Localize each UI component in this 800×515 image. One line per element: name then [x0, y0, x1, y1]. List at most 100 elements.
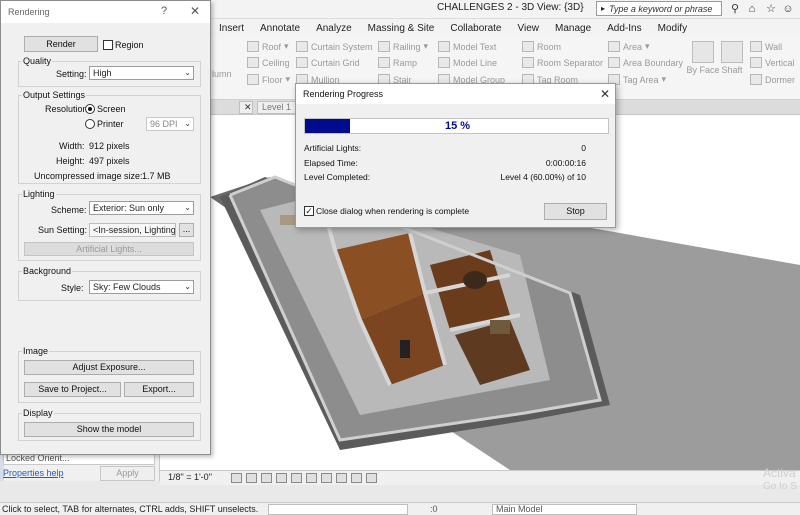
wall-opening-icon	[750, 41, 762, 52]
image-group-label: Image	[22, 346, 50, 356]
dpi-select[interactable]: 96 DPI ⌄	[146, 117, 194, 131]
ribbon-floor[interactable]: Floor ▾	[247, 74, 290, 85]
render-button[interactable]: Render	[24, 36, 98, 52]
image-size-label: Uncompressed image size:	[34, 171, 143, 181]
quality-group-label: Quality	[22, 56, 53, 66]
star-icon[interactable]: ☆	[764, 2, 778, 16]
ribbon-curtain-system[interactable]: Curtain System	[296, 41, 373, 52]
width-label: Width:	[59, 141, 85, 151]
ribbon-area[interactable]: Area ▾	[608, 41, 650, 52]
search-input[interactable]: ▸ Type a keyword or phrase	[596, 1, 722, 16]
ribbon-roof-label: Roof	[262, 41, 282, 52]
temp-hide-icon[interactable]	[351, 473, 362, 483]
tab-massing-site[interactable]: Massing & Site	[360, 23, 443, 34]
room-separator-icon	[522, 57, 534, 68]
help-icon[interactable]: ?	[161, 5, 167, 17]
tab-insert[interactable]: Insert	[211, 23, 252, 34]
view-scale[interactable]: 1/8" = 1'-0"	[168, 472, 212, 482]
ribbon-tag-area[interactable]: Tag Area ▾	[608, 74, 666, 85]
save-to-project-button[interactable]: Save to Project...	[24, 382, 121, 397]
binoculars-icon[interactable]: ⚲	[728, 2, 742, 16]
stop-button[interactable]: Stop	[544, 203, 607, 220]
scheme-label: Scheme:	[51, 205, 87, 215]
ribbon-ceiling[interactable]: Ceiling	[247, 57, 290, 68]
ribbon-vertical[interactable]: Vertical	[750, 57, 795, 68]
close-view-icon[interactable]: ✕	[239, 101, 253, 114]
background-style-select[interactable]: Sky: Few Clouds ⌄	[89, 280, 194, 294]
level-completed-label: Level Completed:	[304, 172, 371, 182]
apply-button[interactable]: Apply	[100, 466, 155, 481]
status-bar: Click to select, TAB for alternates, CTR…	[0, 502, 800, 515]
ribbon-model-text[interactable]: Model Text	[438, 41, 496, 52]
progress-dialog-title: Rendering Progress	[303, 89, 384, 99]
tab-collaborate[interactable]: Collaborate	[442, 23, 509, 34]
view-tab-level-1[interactable]: Level 1	[257, 101, 299, 114]
scheme-select[interactable]: Exterior: Sun only ⌄	[89, 201, 194, 215]
ribbon-room-separator[interactable]: Room Separator	[522, 57, 603, 68]
close-icon[interactable]: ✕	[600, 87, 610, 101]
quality-setting-select[interactable]: High ⌄	[89, 66, 194, 80]
detail-level-icon[interactable]	[231, 473, 242, 483]
ribbon-curtain-grid[interactable]: Curtain Grid	[296, 57, 360, 68]
reveal-hidden-icon[interactable]	[366, 473, 377, 483]
watermark-line-1: Activa	[763, 466, 796, 480]
image-size-value: 1.7 MB	[142, 171, 171, 181]
display-group-label: Display	[22, 408, 54, 418]
close-icon[interactable]: ✕	[190, 4, 200, 18]
area-boundary-icon	[608, 57, 620, 68]
tab-annotate[interactable]: Annotate	[252, 23, 308, 34]
region-checkbox[interactable]	[103, 40, 113, 50]
export-button[interactable]: Export...	[124, 382, 194, 397]
appliance	[400, 340, 410, 358]
progress-dialog-titlebar: Rendering Progress ✕	[296, 84, 615, 104]
dpi-value: 96 DPI	[150, 119, 178, 129]
sun-setting-more-button[interactable]: ...	[179, 223, 194, 237]
bed	[490, 320, 510, 334]
render-dialog-icon[interactable]	[291, 473, 302, 483]
watermark-line-2: Go to S	[763, 481, 797, 492]
printer-radio[interactable]	[85, 119, 95, 129]
tab-add-ins[interactable]: Add-Ins	[599, 23, 649, 34]
screen-radio[interactable]	[85, 104, 95, 114]
ribbon-model-line[interactable]: Model Line	[438, 57, 497, 68]
shadows-icon[interactable]	[276, 473, 287, 483]
quality-setting-label: Setting:	[56, 69, 87, 79]
visual-style-icon[interactable]	[246, 473, 257, 483]
properties-help-link[interactable]: Properties help	[3, 468, 64, 478]
output-settings-group-label: Output Settings	[22, 90, 87, 100]
ribbon-area-boundary[interactable]: Area Boundary	[608, 57, 683, 68]
show-model-button[interactable]: Show the model	[24, 422, 194, 437]
sun-path-icon[interactable]	[261, 473, 272, 483]
railing-icon	[378, 41, 390, 52]
lock-view-icon[interactable]	[336, 473, 347, 483]
artificial-lights-button[interactable]: Artificial Lights...	[24, 242, 194, 256]
show-crop-icon[interactable]	[321, 473, 332, 483]
ribbon-shaft[interactable]: Shaft	[714, 41, 750, 75]
workset-field[interactable]	[268, 504, 408, 515]
ribbon-ramp[interactable]: Ramp	[378, 57, 417, 68]
subscription-icon[interactable]: ⌂	[745, 2, 759, 16]
quality-setting-value: High	[93, 68, 112, 78]
floor-icon	[247, 74, 259, 85]
ribbon-wall[interactable]: Wall	[750, 41, 782, 52]
ribbon-railing[interactable]: Railing ▾	[378, 41, 428, 52]
tab-analyze[interactable]: Analyze	[308, 23, 360, 34]
ribbon-room[interactable]: Room	[522, 41, 561, 52]
width-value: 912 pixels	[89, 141, 130, 151]
tab-view[interactable]: View	[510, 23, 548, 34]
ribbon-column[interactable]: lumn	[212, 69, 232, 79]
user-icon[interactable]: ☺	[781, 2, 795, 16]
sun-setting-label: Sun Setting:	[38, 225, 88, 235]
ribbon-room-separator-label: Room Separator	[537, 57, 604, 68]
close-when-complete-checkbox[interactable]: ✓	[304, 206, 314, 216]
ribbon-roof[interactable]: Roof ▾	[247, 41, 289, 52]
ribbon-dormer[interactable]: Dormer	[750, 74, 795, 85]
background-style-value: Sky: Few Clouds	[93, 282, 161, 292]
tab-modify[interactable]: Modify	[650, 23, 695, 34]
adjust-exposure-button[interactable]: Adjust Exposure...	[24, 360, 194, 375]
tab-manage[interactable]: Manage	[547, 23, 599, 34]
model-line-icon	[438, 57, 450, 68]
crop-icon[interactable]	[306, 473, 317, 483]
ribbon-wall-label: Wall	[765, 41, 783, 52]
sun-setting-field[interactable]: <In-session, Lighting>	[89, 223, 176, 237]
